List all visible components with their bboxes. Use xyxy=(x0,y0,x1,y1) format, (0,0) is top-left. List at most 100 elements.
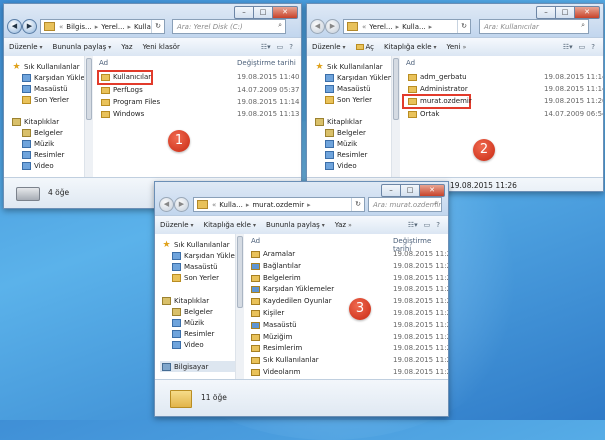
share-with-button[interactable]: Bununla paylaş ▾ xyxy=(48,43,117,51)
search-input[interactable]: Ara: murat.ozdemir ⌕ xyxy=(368,197,442,212)
help-icon[interactable]: ? xyxy=(436,221,440,229)
nav-item-downloads[interactable]: Karşıdan Yüklem xyxy=(325,72,395,83)
nav-item-pictures[interactable]: Resimler xyxy=(22,149,64,160)
close-button[interactable]: ✕ xyxy=(273,6,298,19)
preview-pane-icon[interactable]: ▭ xyxy=(277,43,284,51)
file-row[interactable]: Kaydedilen Oyunlar 19.08.2015 11:26 xyxy=(244,296,448,307)
nav-item-video[interactable]: Video xyxy=(172,339,204,350)
nav-item-documents[interactable]: Belgeler xyxy=(325,127,366,138)
refresh-icon[interactable]: ↻ xyxy=(351,198,364,211)
refresh-icon[interactable]: ↻ xyxy=(151,20,164,33)
nav-item-computer[interactable]: Bilgisayar xyxy=(160,361,235,372)
nav-item-recent[interactable]: Son Yerler xyxy=(172,272,219,283)
nav-item-downloads[interactable]: Karşıdan Yüklem xyxy=(172,250,242,261)
file-row[interactable]: Videolarım 19.08.2015 11:26 xyxy=(244,367,448,378)
nav-item-libraries[interactable]: Kitaplıklar xyxy=(162,295,209,306)
help-icon[interactable]: ? xyxy=(289,43,293,51)
address-bar[interactable]: « Kulla... ▸ murat.ozdemir ▸ ↻ xyxy=(193,197,365,212)
forward-button[interactable]: ▶ xyxy=(174,197,189,212)
nav-item-recent[interactable]: Son Yerler xyxy=(22,94,69,105)
nav-scrollbar[interactable] xyxy=(84,56,93,177)
minimize-button[interactable]: – xyxy=(381,184,401,197)
file-row[interactable]: Resimlerim 19.08.2015 11:26 xyxy=(244,343,448,354)
file-row[interactable]: adm_gerbatu 19.08.2015 11:14 xyxy=(400,72,603,83)
preview-pane-icon[interactable]: ▭ xyxy=(424,221,431,229)
file-row[interactable]: Müziğim 19.08.2015 11:26 xyxy=(244,332,448,343)
view-options-icon[interactable]: ☷▾ xyxy=(563,43,573,51)
nav-item-favorites[interactable]: ★ Sık Kullanılanlar xyxy=(162,239,229,250)
nav-item-libraries[interactable]: Kitaplıklar xyxy=(12,116,59,127)
breadcrumb-item[interactable]: Kulla... xyxy=(400,23,428,31)
column-header-name[interactable]: Ad xyxy=(406,59,415,67)
nav-item-video[interactable]: Video xyxy=(22,160,54,171)
help-icon[interactable]: ? xyxy=(591,43,595,51)
nav-item-video[interactable]: Video xyxy=(325,160,357,171)
nav-item-desktop[interactable]: Masaüstü xyxy=(172,261,218,272)
include-in-library-button[interactable]: Kitaplığa ekle ▾ xyxy=(379,43,442,51)
breadcrumb-item[interactable]: murat.ozdemir xyxy=(250,201,306,209)
file-row[interactable]: Sık Kullanılanlar 19.08.2015 11:26 xyxy=(244,355,448,366)
burn-button[interactable]: Yaz» xyxy=(330,221,357,229)
organize-button[interactable]: Düzenle ▾ xyxy=(307,43,351,51)
address-bar[interactable]: « Yerel... ▸ Kulla... ▸ ↻ xyxy=(343,19,471,34)
nav-item-music[interactable]: Müzik xyxy=(172,317,204,328)
include-in-library-button[interactable]: Kitaplığa ekle ▾ xyxy=(199,221,262,229)
forward-button[interactable]: ▶ xyxy=(22,19,37,34)
nav-item-downloads[interactable]: Karşıdan Yüklem xyxy=(22,72,92,83)
search-input[interactable]: Ara: Yerel Disk (C:) ⌕ xyxy=(172,19,286,34)
back-button[interactable]: ◀ xyxy=(310,19,325,34)
nav-item-favorites[interactable]: ★ Sık Kullanılanlar xyxy=(315,61,382,72)
breadcrumb-item[interactable]: Yerel... xyxy=(99,23,126,31)
nav-item-pictures[interactable]: Resimler xyxy=(325,149,367,160)
nav-item-libraries[interactable]: Kitaplıklar xyxy=(315,116,362,127)
breadcrumb-item[interactable]: Kulla... xyxy=(217,201,245,209)
back-button[interactable]: ◀ xyxy=(7,19,22,34)
back-button[interactable]: ◀ xyxy=(159,197,174,212)
file-row[interactable]: Windows 19.08.2015 11:13 xyxy=(93,109,301,120)
nav-item-pictures[interactable]: Resimler xyxy=(172,328,214,339)
nav-item-recent[interactable]: Son Yerler xyxy=(325,94,372,105)
file-row[interactable]: Bağlantılar 19.08.2015 11:26 xyxy=(244,261,448,272)
breadcrumb-item[interactable]: Bilgis... xyxy=(64,23,93,31)
address-bar[interactable]: « Bilgis...▸ Yerel...▸ Kullanıcılar ↻ xyxy=(40,19,165,34)
column-header-name[interactable]: Ad xyxy=(251,237,260,245)
open-button[interactable]: Aç xyxy=(351,43,380,51)
nav-item-desktop[interactable]: Masaüstü xyxy=(325,83,371,94)
nav-item-documents[interactable]: Belgeler xyxy=(22,127,63,138)
burn-button[interactable]: Yaz xyxy=(116,43,137,51)
file-row[interactable]: PerfLogs 14.07.2009 05:37 xyxy=(93,85,301,96)
column-header-date[interactable]: Değiştirme tarihi xyxy=(237,59,296,67)
new-folder-button[interactable]: Yeni klasör xyxy=(138,43,185,51)
view-options-icon[interactable]: ☷▾ xyxy=(261,43,271,51)
file-row[interactable]: Administrator 19.08.2015 11:14 xyxy=(400,84,603,95)
search-input[interactable]: Ara: Kullanıcılar ⌕ xyxy=(479,19,589,34)
file-row[interactable]: Kişiler 19.08.2015 11:26 xyxy=(244,308,448,319)
file-row[interactable]: Aramalar 19.08.2015 11:26 xyxy=(244,249,448,260)
organize-button[interactable]: Düzenle ▾ xyxy=(155,221,199,229)
maximize-button[interactable]: □ xyxy=(556,6,575,19)
organize-button[interactable]: Düzenle ▾ xyxy=(4,43,48,51)
maximize-button[interactable]: □ xyxy=(254,6,273,19)
nav-item-music[interactable]: Müzik xyxy=(325,138,357,149)
close-button[interactable]: ✕ xyxy=(420,184,445,197)
nav-item-music[interactable]: Müzik xyxy=(22,138,54,149)
column-header-name[interactable]: Ad xyxy=(99,59,108,67)
preview-pane-icon[interactable]: ▭ xyxy=(579,43,586,51)
nav-item-desktop[interactable]: Masaüstü xyxy=(22,83,68,94)
minimize-button[interactable]: – xyxy=(536,6,556,19)
view-options-icon[interactable]: ☷▾ xyxy=(408,221,418,229)
close-button[interactable]: ✕ xyxy=(575,6,600,19)
nav-scrollbar[interactable] xyxy=(391,56,400,177)
nav-item-favorites[interactable]: ★ Sık Kullanılanlar xyxy=(12,61,79,72)
minimize-button[interactable]: – xyxy=(234,6,254,19)
share-with-button[interactable]: Bununla paylaş ▾ xyxy=(261,221,330,229)
file-row[interactable]: Masaüstü 19.08.2015 11:26 xyxy=(244,320,448,331)
nav-item-documents[interactable]: Belgeler xyxy=(172,306,213,317)
refresh-icon[interactable]: ↻ xyxy=(457,20,470,33)
file-row[interactable]: Karşıdan Yüklemeler 19.08.2015 11:26 xyxy=(244,284,448,295)
maximize-button[interactable]: □ xyxy=(401,184,420,197)
file-row[interactable]: Belgelerim 19.08.2015 11:26 xyxy=(244,273,448,284)
file-row[interactable]: Program Files 19.08.2015 11:14 xyxy=(93,97,301,108)
file-row[interactable]: Ortak 14.07.2009 06:54 xyxy=(400,109,603,120)
breadcrumb-item[interactable]: Yerel... xyxy=(367,23,394,31)
